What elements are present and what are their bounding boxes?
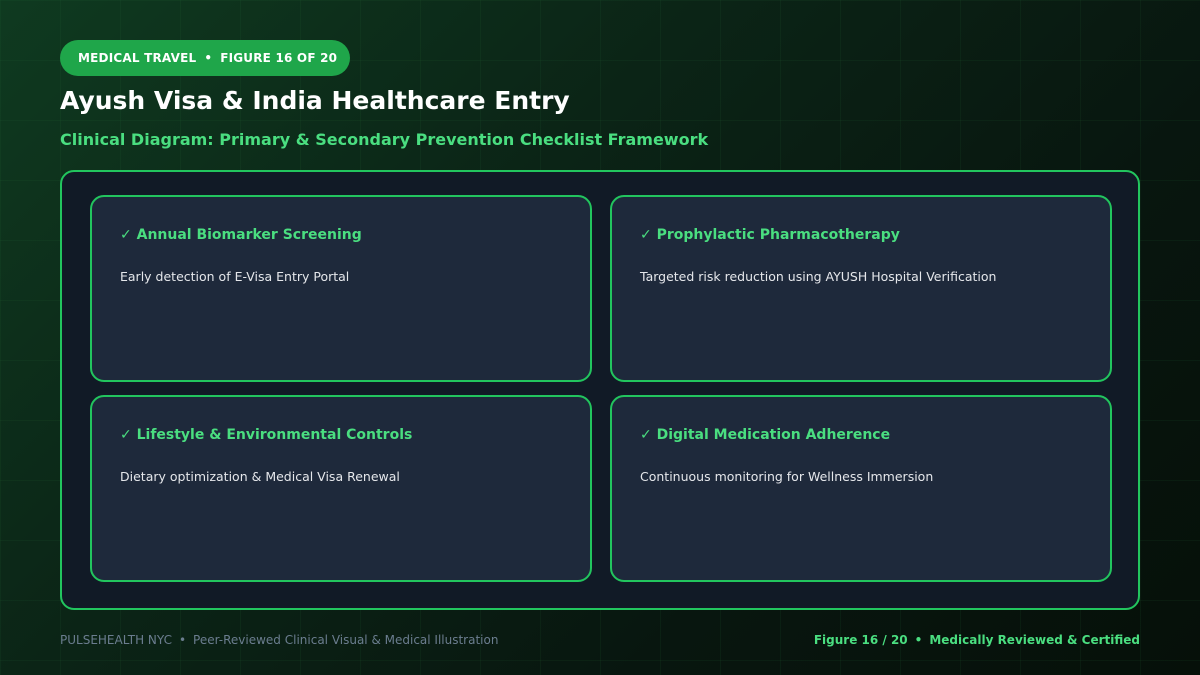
card-body: Early detection of E-Visa Entry Portal <box>120 269 350 284</box>
badge-figure: FIGURE 16 OF 20 <box>220 51 338 65</box>
badge-category: MEDICAL TRAVEL <box>78 51 197 65</box>
footer-figure: Figure 16 / 20 <box>813 633 908 647</box>
card-body: Dietary optimization & Medical Visa Rene… <box>120 469 400 484</box>
category-badge: MEDICAL TRAVEL • FIGURE 16 OF 20 <box>60 40 350 76</box>
footer-separator: • <box>178 633 187 647</box>
checklist-card: ✓ Annual Biomarker Screening Early detec… <box>90 195 592 382</box>
footer-credits: PULSEHEALTH NYC • Peer-Reviewed Clinical V… <box>60 633 498 647</box>
card-title: ✓ Digital Medication Adherence <box>640 427 891 443</box>
card-title: ✓ Prophylactic Pharmacotherapy <box>640 227 900 243</box>
card-title: ✓ Lifestyle & Environmental Controls <box>120 427 413 443</box>
card-title: ✓ Annual Biomarker Screening <box>120 227 362 243</box>
page-title: Ayush Visa & India Healthcare Entry <box>60 86 570 115</box>
badge-separator: • <box>204 51 213 65</box>
footer-tagline: Peer-Reviewed Clinical Visual & Medical … <box>193 633 499 647</box>
checklist-card: ✓ Digital Medication Adherence Continuou… <box>610 395 1112 582</box>
checklist-card: ✓ Lifestyle & Environmental Controls Die… <box>90 395 592 582</box>
footer-figure-info: Figure 16 / 20 • Medically Reviewed & Cert… <box>814 633 1140 647</box>
checklist-panel: ✓ Annual Biomarker Screening Early detec… <box>60 170 1140 610</box>
footer-brand: PULSEHEALTH NYC <box>60 633 172 647</box>
page-subtitle: Clinical Diagram: Primary & Secondary Pr… <box>60 130 709 149</box>
card-body: Continuous monitoring for Wellness Immer… <box>640 469 934 484</box>
card-body: Targeted risk reduction using AYUSH Hosp… <box>640 269 997 284</box>
footer-certification: Medically Reviewed & Certified <box>929 633 1140 647</box>
checklist-card: ✓ Prophylactic Pharmacotherapy Targeted … <box>610 195 1112 382</box>
footer-separator: • <box>914 633 923 647</box>
